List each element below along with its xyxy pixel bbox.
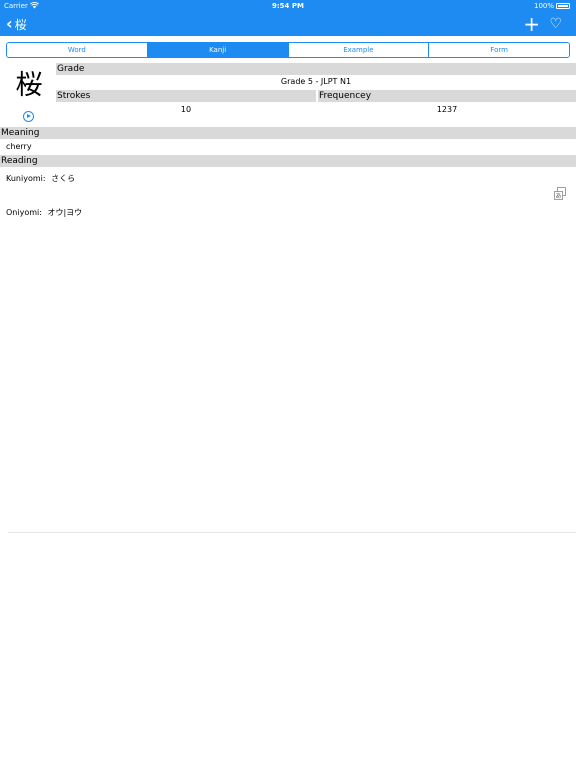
clock: 9:54 PM [272,2,304,10]
nav-content: ‹ 桜 + ♡ [0,13,576,35]
navigation-bar: Carrier 9:54 PM 100% ‹ 桜 + ♡ [0,0,576,36]
svg-text:あ: あ [555,193,561,200]
divider [8,532,576,533]
status-bar: Carrier 9:54 PM 100% [0,0,576,12]
kuniyomi-row: Kuniyomi: さくら [6,173,75,184]
frequency-value: 1237 [436,105,458,114]
oniyomi-value: オウ|ヨウ [47,208,83,217]
app-root: Carrier 9:54 PM 100% ‹ 桜 + ♡ Word Kanji … [0,0,576,768]
heart-icon[interactable]: ♡ [549,15,562,33]
play-icon[interactable] [23,111,34,122]
back-label: 桜 [14,17,27,32]
tab-kanji[interactable]: Kanji [147,43,289,57]
tab-form[interactable]: Form [429,43,569,57]
back-button[interactable]: ‹ 桜 [6,14,27,34]
meaning-header: Meaning [0,127,576,139]
battery-percentage: 100% [533,2,554,10]
reading-header: Reading [0,155,576,167]
kuniyomi-label: Kuniyomi: [6,174,46,183]
kuniyomi-value: さくら [51,174,76,183]
plus-icon[interactable]: + [523,13,540,35]
oniyomi-label: Oniyomi: [6,208,42,217]
strokes-header: Strokes [56,90,316,102]
grade-value: Grade 5 - JLPT N1 [280,77,352,86]
oniyomi-row: Oniyomi: オウ|ヨウ [6,207,82,218]
grade-header: Grade [56,63,576,75]
strokes-value: 10 [180,105,192,114]
tab-word[interactable]: Word [7,43,148,57]
kanji-character: 桜 [15,70,43,101]
tab-example[interactable]: Example [288,43,430,57]
meaning-value: cherry [6,142,32,151]
frequency-header: Frequencey [318,90,576,102]
chevron-left-icon: ‹ [6,14,13,33]
kana-copy-icon[interactable]: あ [553,186,567,200]
battery-icon [556,3,570,9]
segmented-control: Word Kanji Example Form [6,42,570,58]
